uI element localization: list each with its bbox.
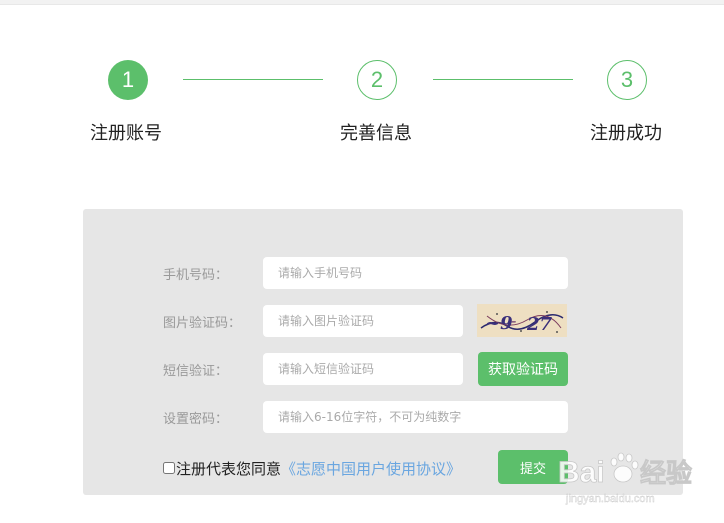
image-code-input[interactable]: [263, 305, 463, 337]
step-2-circle: 2: [357, 60, 397, 100]
image-code-label: 图片验证码：: [163, 316, 242, 331]
captcha-graphic: ~9 - 27: [480, 311, 564, 335]
step-2-number: 2: [370, 67, 384, 92]
phone-label: 手机号码：: [163, 268, 229, 283]
sms-code-input[interactable]: [263, 353, 463, 385]
step-2-label: 完善信息: [340, 123, 412, 144]
step-3-number: 3: [620, 67, 634, 92]
step-3-circle: 3: [607, 60, 647, 100]
baidu-jingyan-watermark: Bai 经验 jingyan.baidu.com: [556, 448, 724, 508]
agreement-link[interactable]: 《志愿中国用户使用协议》: [281, 458, 461, 479]
svg-text:Bai: Bai: [558, 456, 605, 489]
baidu-logo-graphic: Bai 经验 jingyan.baidu.com: [558, 452, 692, 505]
sms-code-label: 短信验证：: [163, 364, 229, 379]
svg-text:jingyan.baidu.com: jingyan.baidu.com: [565, 493, 655, 505]
password-input[interactable]: [263, 401, 568, 433]
step-1-number: 1: [121, 67, 135, 92]
step-connector-1: [183, 79, 323, 80]
agreement-row: 注册代表您同意 《志愿中国用户使用协议》: [163, 458, 461, 478]
top-divider: [0, 0, 724, 5]
svg-text:27: 27: [526, 314, 553, 335]
step-1-label: 注册账号: [90, 123, 162, 144]
svg-text:~9: ~9: [485, 313, 513, 334]
svg-text:-: -: [511, 311, 516, 330]
svg-text:经验: 经验: [640, 458, 692, 489]
password-label: 设置密码：: [163, 412, 229, 427]
phone-input[interactable]: [263, 257, 568, 289]
agreement-checkbox[interactable]: [163, 462, 175, 474]
step-connector-2: [433, 79, 573, 80]
step-1-circle: 1: [108, 60, 148, 100]
get-sms-code-button[interactable]: 获取验证码: [478, 352, 568, 386]
agreement-text: 注册代表您同意: [176, 459, 282, 478]
step-3-label: 注册成功: [590, 123, 662, 144]
captcha-image[interactable]: ~9 - 27: [477, 304, 567, 337]
